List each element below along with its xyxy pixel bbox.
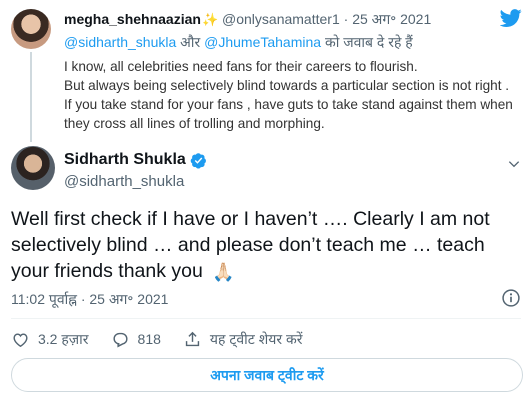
tweet-body: Well first check if I have or I haven’t …	[11, 208, 490, 282]
reply-tweet-header: megha_shehnaazian✨ @onlysanamatter1 · 25…	[64, 10, 431, 29]
mention-link[interactable]: @JhumeTahamina	[204, 34, 321, 50]
display-name[interactable]: Sidharth Shukla	[64, 151, 186, 169]
tweet-text: Well first check if I have or I haven’t …	[11, 206, 526, 285]
action-bar: 3.2 हज़ार 818 यह ट्वीट शेयर करें	[11, 327, 324, 351]
reply-button[interactable]: 818	[111, 330, 161, 349]
tweet-meta: 11:02 पूर्वाह्न · 25 अग॰ 2021	[11, 288, 521, 310]
like-count: 3.2 हज़ार	[38, 330, 89, 347]
verified-badge-icon	[190, 152, 206, 169]
sparkle-icon: ✨	[201, 12, 219, 27]
author-name[interactable]: Sidharth Shukla	[64, 151, 207, 169]
replying-suffix: को जवाब दे रहे हैं	[324, 34, 413, 50]
share-label: यह ट्वीट शेयर करें	[209, 330, 303, 347]
replied-tweet[interactable]: megha_shehnaazian✨ @onlysanamatter1 · 25…	[0, 0, 532, 142]
reply-text-line: I know, all celebrities need fans for th…	[64, 59, 418, 74]
thread-line	[30, 52, 32, 142]
tweet-your-reply-button[interactable]: अपना जवाब ट्वीट करें	[11, 358, 523, 392]
conjunction-text: और	[180, 34, 201, 50]
mention-link[interactable]: @sidharth_shukla	[64, 34, 176, 50]
display-name[interactable]: megha_shehnaazian	[64, 11, 201, 27]
tweet-date[interactable]: 25 अग॰ 2021	[352, 11, 431, 27]
reply-count: 818	[137, 331, 161, 347]
like-button[interactable]: 3.2 हज़ार	[11, 330, 89, 349]
heart-icon	[13, 332, 28, 347]
info-icon[interactable]	[501, 288, 521, 308]
chevron-down-icon[interactable]	[506, 156, 522, 172]
folded-hands-emoji: 🙏🏻	[212, 261, 235, 282]
avatar[interactable]	[11, 146, 55, 190]
divider	[11, 318, 521, 319]
share-icon	[185, 331, 200, 346]
avatar[interactable]	[11, 9, 51, 49]
tweet-timestamp[interactable]: 11:02 पूर्वाह्न · 25 अग॰ 2021	[11, 290, 168, 309]
separator: ·	[343, 11, 349, 27]
replying-to: @sidharth_shukla और @JhumeTahamina को जव…	[64, 33, 413, 52]
user-handle[interactable]: @onlysanamatter1	[222, 11, 340, 27]
reply-icon	[112, 332, 128, 347]
user-handle[interactable]: @sidharth_shukla	[64, 173, 184, 190]
share-button[interactable]: यह ट्वीट शेयर करें	[183, 330, 303, 349]
reply-tweet-text: I know, all celebrities need fans for th…	[64, 57, 520, 133]
reply-text-line: But always being selectively blind towar…	[64, 78, 513, 131]
